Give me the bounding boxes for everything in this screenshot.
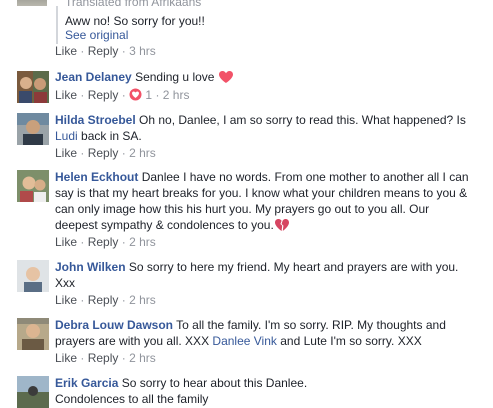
like-link[interactable]: Like	[55, 88, 77, 102]
like-link[interactable]: Like	[55, 44, 77, 58]
comment-text: Xxx	[55, 276, 76, 290]
reply-link[interactable]: Reply	[88, 146, 119, 160]
avatar[interactable]	[17, 260, 49, 292]
comment-actions: Like · Reply · 2 hrs	[55, 146, 156, 160]
avatar[interactable]	[17, 318, 49, 350]
comment-text: can only image how this his hurt you. My…	[55, 202, 430, 216]
comment-author[interactable]: John Wilken	[55, 260, 126, 274]
comment-actions: Like · Reply · 3 hrs	[55, 44, 156, 58]
translated-comment: Translated from Afrikaans Aww no! So sor…	[0, 0, 493, 70]
comment-actions: Like · Reply · 2 hrs	[55, 235, 156, 249]
comment-author[interactable]: Jean Delaney	[55, 70, 132, 84]
comment-time[interactable]: 2 hrs	[163, 88, 190, 102]
see-original-link[interactable]: See original	[65, 28, 128, 42]
translated-label: Translated from Afrikaans	[65, 0, 202, 9]
mention-link[interactable]: Danlee Vink	[212, 334, 277, 348]
avatar-photo-icon	[17, 71, 49, 103]
like-link[interactable]: Like	[55, 351, 77, 365]
reply-link[interactable]: Reply	[88, 88, 119, 102]
comment-actions: Like · Reply · 1 · 2 hrs	[55, 88, 190, 102]
comment-time[interactable]: 2 hrs	[129, 293, 156, 307]
comment-text: Sending u love	[135, 70, 215, 84]
comment-time[interactable]: 2 hrs	[129, 351, 156, 365]
quote-rule	[56, 6, 58, 44]
comment-author[interactable]: Helen Eckhout	[55, 170, 138, 184]
reply-link[interactable]: Reply	[88, 293, 119, 307]
comment-time[interactable]: 3 hrs	[129, 44, 156, 58]
comment-text: back in SA.	[81, 129, 142, 143]
avatar	[17, 0, 47, 6]
comment-text: So sorry to hear about this Danlee.	[121, 376, 308, 390]
comment-text: So sorry to here my friend. My heart and…	[128, 260, 459, 274]
avatar-photo-icon	[17, 113, 49, 145]
comment-text: and Lute I'm so sorry. XXX	[276, 334, 422, 348]
comment-time[interactable]: 2 hrs	[129, 146, 156, 160]
red-heart-icon	[218, 71, 233, 83]
avatar[interactable]	[17, 113, 49, 145]
avatar-photo-icon	[17, 318, 49, 350]
avatar[interactable]	[17, 376, 49, 408]
comment-text: say is that my heart breaks for you. I k…	[55, 186, 468, 200]
comment-actions: Like · Reply · 2 hrs	[55, 351, 156, 365]
avatar[interactable]	[17, 71, 49, 103]
reply-link[interactable]: Reply	[88, 44, 119, 58]
comment-text: Aww no! So sorry for you!!	[65, 14, 205, 28]
comment-text: To all the family. I'm so sorry. RIP. My…	[176, 318, 446, 332]
comment-author[interactable]: Erik Garcia	[55, 376, 118, 390]
avatar-photo-icon	[17, 376, 49, 408]
like-link[interactable]: Like	[55, 293, 77, 307]
comment-text: Danlee I have no words. From one mother …	[141, 170, 469, 184]
comment-author[interactable]: Debra Louw Dawson	[55, 318, 173, 332]
reaction-count[interactable]: 1	[129, 88, 155, 102]
comment-actions: Like · Reply · 2 hrs	[55, 293, 156, 307]
love-reaction-icon	[129, 88, 142, 101]
comment-text: Condolences to all the family	[55, 392, 209, 406]
avatar[interactable]	[17, 170, 49, 202]
reply-link[interactable]: Reply	[88, 235, 119, 249]
comment-text: prayers are with you all. XXX	[55, 334, 213, 348]
like-link[interactable]: Like	[55, 235, 77, 249]
comment-text: deepest sympathy & condolences to you.	[55, 218, 274, 232]
comment-text: Oh no, Danlee, I am so sorry to read thi…	[139, 113, 466, 127]
avatar-photo-icon	[17, 170, 49, 202]
reply-link[interactable]: Reply	[88, 351, 119, 365]
comment-author[interactable]: Hilda Stroebel	[55, 113, 136, 127]
like-link[interactable]: Like	[55, 146, 77, 160]
broken-heart-icon	[274, 219, 289, 231]
mention-link[interactable]: Ludi	[55, 129, 78, 143]
avatar-photo-icon	[17, 260, 49, 292]
comment-time[interactable]: 2 hrs	[129, 235, 156, 249]
